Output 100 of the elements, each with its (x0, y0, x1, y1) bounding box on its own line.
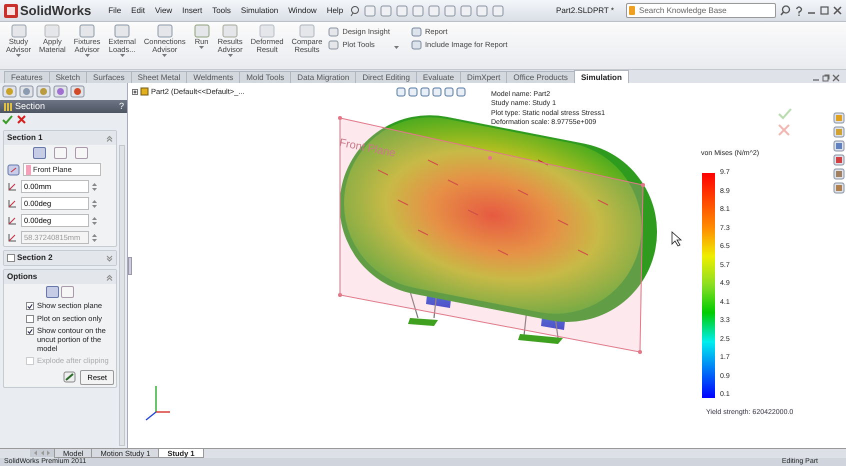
display-mode-button[interactable] (46, 286, 59, 298)
zoom-fit-icon[interactable] (396, 87, 406, 97)
tool-icon (156, 24, 173, 38)
distance-icon (7, 181, 18, 192)
splitter-handle[interactable] (128, 256, 132, 274)
checkbox[interactable] (26, 314, 34, 323)
clipping-icon[interactable] (63, 371, 76, 384)
command-tab[interactable]: Surfaces (86, 71, 132, 83)
triad-icon (146, 386, 170, 420)
command-tab[interactable]: Mold Tools (239, 71, 292, 83)
checkbox[interactable] (26, 302, 34, 310)
section-view-icon[interactable] (432, 87, 442, 97)
appearance-icon[interactable] (70, 85, 85, 98)
custom-properties-icon[interactable] (833, 168, 845, 180)
menu-item[interactable]: Window (285, 4, 320, 16)
expand-icon[interactable] (132, 88, 138, 95)
command-tab[interactable]: Sketch (48, 71, 88, 83)
tool-icon (328, 40, 340, 50)
help-icon[interactable] (795, 6, 803, 16)
command-tab[interactable]: Weldments (186, 71, 240, 83)
spinner-icon[interactable] (92, 216, 97, 226)
previous-view-icon[interactable] (420, 87, 430, 97)
section-icon (3, 102, 13, 112)
spinner-icon[interactable] (92, 182, 97, 192)
menu-item[interactable]: Tools (209, 4, 234, 16)
view-orientation-icon[interactable] (444, 87, 454, 97)
home-icon[interactable] (833, 112, 845, 124)
print-icon[interactable] (412, 4, 424, 16)
logo-icon (4, 4, 18, 18)
search-field[interactable]: Search Knowledge Base (626, 3, 776, 18)
property-icon[interactable] (19, 85, 34, 98)
feature-tree-icon[interactable] (2, 85, 17, 98)
tab-scroll-icon[interactable] (30, 449, 54, 457)
search-icon[interactable] (780, 5, 791, 16)
tool-icon (298, 24, 315, 38)
help-button[interactable]: ? (118, 100, 124, 114)
report-icon (410, 40, 422, 50)
part-icon (140, 87, 149, 96)
document-title: Part2.SLDPRT * (556, 4, 614, 16)
zoom-area-icon[interactable] (408, 87, 418, 97)
spinner-icon[interactable] (92, 198, 97, 208)
restore-icon[interactable] (822, 74, 830, 82)
maximize-icon[interactable] (820, 6, 829, 15)
file-explorer-icon[interactable] (833, 126, 845, 138)
select-icon[interactable] (444, 4, 456, 16)
caret-icon (84, 54, 90, 57)
new-document-icon[interactable] (364, 4, 376, 16)
tool-icon (114, 24, 130, 38)
configuration-icon[interactable] (36, 85, 51, 98)
command-tab[interactable]: Data Migration (290, 71, 356, 83)
tool-icon (194, 24, 210, 38)
close-icon[interactable] (833, 6, 842, 15)
menu-item[interactable]: Help (324, 4, 346, 16)
book-icon (629, 6, 635, 15)
group-title: Section 1 (7, 132, 43, 144)
section-type-button[interactable] (32, 147, 46, 159)
menu-item[interactable]: View (152, 4, 176, 16)
tool-icon (79, 24, 96, 38)
app-logo: SolidWorks (20, 2, 92, 20)
cancel-icon[interactable] (17, 115, 26, 124)
command-tab[interactable]: Simulation (574, 70, 629, 83)
command-tab[interactable]: Direct Editing (355, 71, 417, 83)
display-mode-button[interactable] (61, 286, 74, 298)
command-tab[interactable]: Features (4, 71, 50, 83)
rebuild-icon[interactable] (460, 4, 472, 16)
pin-icon[interactable] (350, 4, 360, 16)
reference-icon[interactable] (7, 164, 20, 176)
caret-icon (199, 46, 204, 49)
command-tab[interactable]: DimXpert (460, 71, 508, 83)
x-angle-icon (7, 198, 18, 209)
scrollbar[interactable] (119, 145, 125, 446)
options-icon[interactable] (476, 4, 488, 16)
ok-icon[interactable] (2, 115, 13, 125)
library-icon[interactable] (833, 182, 845, 194)
appearances-icon[interactable] (833, 154, 845, 166)
close-icon[interactable] (832, 74, 840, 82)
section-type-button[interactable] (74, 147, 88, 159)
file-properties-icon[interactable] (492, 4, 504, 16)
collapse-icon[interactable] (106, 274, 113, 280)
save-icon[interactable] (396, 4, 408, 16)
menu-item[interactable]: Simulation (238, 4, 282, 16)
view-palette-icon[interactable] (833, 140, 845, 152)
checkbox[interactable] (7, 254, 15, 262)
plane-label: Front Plane (338, 136, 397, 162)
section-type-button[interactable] (54, 147, 66, 159)
target-icon[interactable] (53, 85, 68, 98)
spinner-icon[interactable] (92, 232, 97, 242)
undo-icon[interactable] (428, 4, 440, 16)
menu-item[interactable]: Insert (179, 4, 206, 16)
checkbox[interactable] (26, 327, 34, 336)
group-title: Options (7, 271, 38, 283)
command-tab[interactable]: Office Products (506, 71, 575, 83)
menu-item[interactable]: File (105, 4, 124, 16)
y-angle-icon (7, 215, 18, 226)
display-style-icon[interactable] (456, 87, 466, 97)
command-tab[interactable]: Evaluate (416, 71, 462, 83)
open-icon[interactable] (380, 4, 392, 16)
collapse-icon[interactable] (106, 134, 113, 142)
menu-item[interactable]: Edit (128, 4, 148, 16)
command-tab[interactable]: Sheet Metal (130, 71, 188, 83)
